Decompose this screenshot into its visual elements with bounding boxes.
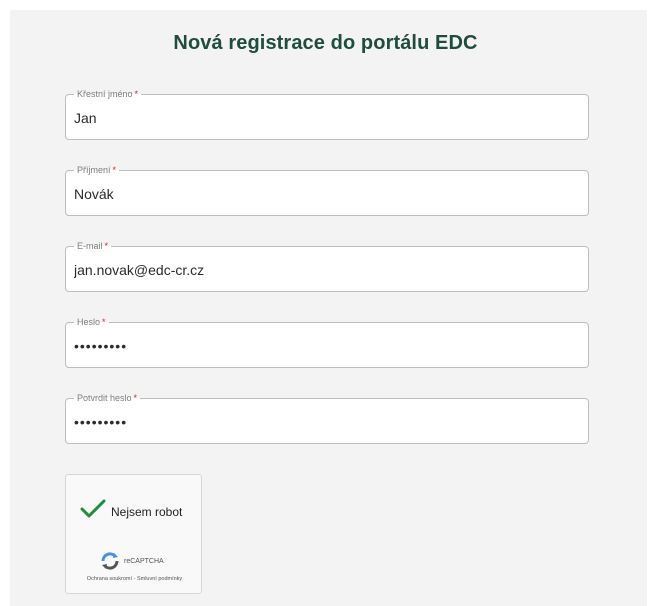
captcha-links: Ochrana soukromí - Smluvní podmínky xyxy=(70,576,199,583)
privacy-link[interactable]: Ochrana soukromí xyxy=(87,576,132,582)
email-label: E-mail * xyxy=(74,240,112,252)
password-input[interactable] xyxy=(74,335,574,357)
password-field[interactable]: Heslo * xyxy=(65,316,589,368)
recaptcha-logo-icon xyxy=(101,552,119,570)
recaptcha-brand: reCAPTCHA xyxy=(124,558,164,565)
password-label: Heslo * xyxy=(74,316,109,328)
first-name-input[interactable] xyxy=(74,107,574,129)
first-name-field[interactable]: Křestní jméno * xyxy=(65,88,589,140)
recaptcha-widget: Nejsem robot reCAPTCHA Ochrana soukromí … xyxy=(65,474,202,594)
checkmark-icon[interactable] xyxy=(80,499,106,519)
last-name-label: Příjmení * xyxy=(74,164,120,176)
confirm-password-label: Potvrdit heslo * xyxy=(74,392,141,404)
terms-link[interactable]: Smluvní podmínky xyxy=(137,576,182,582)
page-title: Nová registrace do portálu EDC xyxy=(173,32,478,54)
first-name-label: Křestní jméno * xyxy=(74,88,142,100)
captcha-label: Nejsem robot xyxy=(111,505,183,519)
last-name-input[interactable] xyxy=(74,183,574,205)
email-field[interactable]: E-mail * xyxy=(65,240,589,292)
last-name-field[interactable]: Příjmení * xyxy=(65,164,589,216)
confirm-password-field[interactable]: Potvrdit heslo * xyxy=(65,392,589,444)
email-input[interactable] xyxy=(74,259,574,281)
confirm-password-input[interactable] xyxy=(74,411,574,433)
